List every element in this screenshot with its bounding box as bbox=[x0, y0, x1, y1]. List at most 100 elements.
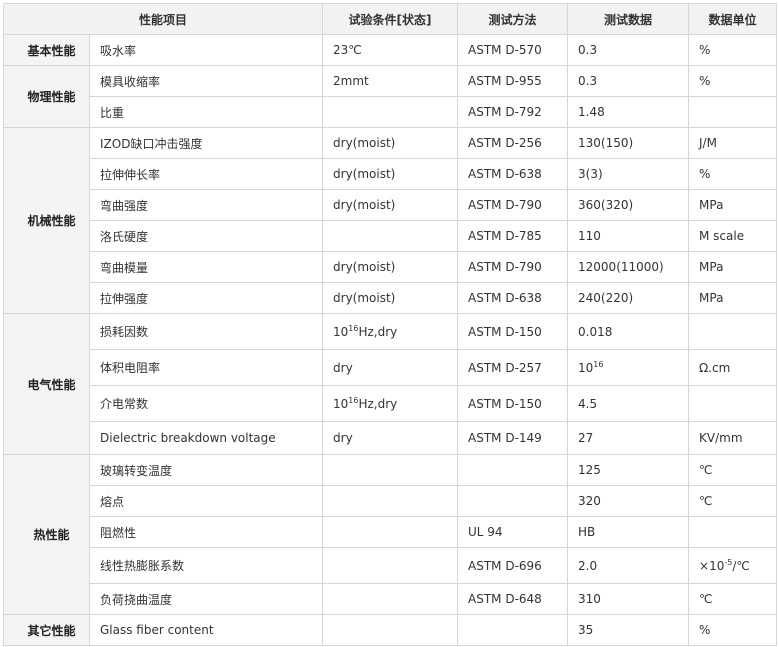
value-cell: 1016 bbox=[567, 349, 690, 386]
header-test-data: 测试数据 bbox=[567, 3, 690, 35]
item-cell: 拉伸强度 bbox=[88, 282, 324, 314]
unit-cell: % bbox=[688, 65, 778, 97]
table-row: 电气性能 损耗因数 1016Hz,dry ASTM D-150 0.018 bbox=[3, 313, 778, 455]
condition-cell bbox=[322, 220, 459, 252]
value-cell: 1.48 bbox=[567, 96, 690, 128]
condition-cell: dry(moist) bbox=[322, 251, 459, 283]
item-cell: 比重 bbox=[88, 96, 324, 128]
unit-cell: % bbox=[688, 614, 778, 646]
value-cell: 2.0 bbox=[567, 547, 690, 584]
item-cell: 阻燃性 bbox=[88, 516, 324, 548]
method-cell: ASTM D-790 bbox=[457, 189, 569, 221]
unit-cell: ×10-5/℃ bbox=[688, 547, 778, 584]
value-cell: 0.3 bbox=[567, 34, 690, 66]
value-cell: 27 bbox=[567, 421, 690, 455]
condition-cell: dry(moist) bbox=[322, 189, 459, 221]
unit-cell: MPa bbox=[688, 282, 778, 314]
table-row: 弯曲模量 dry(moist) ASTM D-790 12000(11000) … bbox=[4, 251, 778, 283]
unit-cell: MPa bbox=[688, 251, 778, 283]
unit-cell: KV/mm bbox=[688, 421, 778, 455]
condition-cell bbox=[322, 547, 459, 584]
category-mechanical: 机械性能 bbox=[3, 127, 90, 314]
item-cell: 线性热膨胀系数 bbox=[88, 547, 324, 584]
value-cell: HB bbox=[567, 516, 690, 548]
value-cell: 125 bbox=[567, 454, 690, 486]
condition-cell: dry(moist) bbox=[322, 127, 459, 159]
method-cell: ASTM D-648 bbox=[457, 583, 569, 615]
value-cell: 12000(11000) bbox=[567, 251, 690, 283]
condition-base: 10 bbox=[333, 324, 349, 339]
table-row: 热性能 玻璃转变温度 125 ℃ bbox=[3, 454, 778, 615]
table-row: 比重 ASTM D-792 1.48 bbox=[4, 96, 778, 128]
table-row: 物理性能 模具收缩率 2mmt ASTM D-955 0.3 % bbox=[3, 65, 778, 128]
method-cell: ASTM D-149 bbox=[457, 421, 569, 455]
table-row: 体积电阻率 dry ASTM D-257 1016 Ω.cm bbox=[4, 349, 778, 386]
unit-cell bbox=[688, 385, 778, 422]
value-cell: 4.5 bbox=[567, 385, 690, 422]
item-cell: 负荷挠曲温度 bbox=[88, 583, 324, 615]
table-row: 拉伸伸长率 dry(moist) ASTM D-638 3(3) % bbox=[4, 158, 778, 190]
item-cell: 吸水率 bbox=[88, 34, 324, 66]
item-cell: Glass fiber content bbox=[88, 614, 324, 646]
condition-exponent: 16 bbox=[348, 323, 359, 333]
unit-rest: /℃ bbox=[732, 558, 750, 573]
method-cell bbox=[457, 614, 569, 646]
item-cell: 洛氏硬度 bbox=[88, 220, 324, 252]
condition-cell: dry(moist) bbox=[322, 158, 459, 190]
value-cell: 130(150) bbox=[567, 127, 690, 159]
item-cell: 模具收缩率 bbox=[88, 65, 324, 97]
unit-cell: ℃ bbox=[688, 485, 778, 517]
unit-cell bbox=[688, 313, 778, 350]
condition-cell: 23℃ bbox=[322, 34, 459, 66]
method-cell: ASTM D-696 bbox=[457, 547, 569, 584]
condition-cell bbox=[322, 516, 459, 548]
item-cell: 体积电阻率 bbox=[88, 349, 324, 386]
value-cell: 3(3) bbox=[567, 158, 690, 190]
method-cell: UL 94 bbox=[457, 516, 569, 548]
table-row: Dielectric breakdown voltage dry ASTM D-… bbox=[4, 421, 778, 455]
condition-cell: 1016Hz,dry bbox=[322, 313, 459, 350]
value-cell: 110 bbox=[567, 220, 690, 252]
condition-base: 10 bbox=[333, 396, 349, 411]
condition-cell: dry bbox=[322, 421, 459, 455]
condition-cell bbox=[322, 485, 459, 517]
item-cell: 玻璃转变温度 bbox=[88, 454, 324, 486]
category-other: 其它性能 bbox=[3, 614, 90, 646]
table-row: 负荷挠曲温度 ASTM D-648 310 ℃ bbox=[4, 583, 778, 615]
table-row: 拉伸强度 dry(moist) ASTM D-638 240(220) MPa bbox=[4, 282, 778, 314]
condition-rest: Hz,dry bbox=[358, 396, 398, 411]
value-base: 10 bbox=[578, 360, 594, 375]
properties-table: 性能项目 试验条件[状态] 测试方法 测试数据 数据单位 基本性能 吸水率 23… bbox=[2, 3, 778, 646]
table-row: 洛氏硬度 ASTM D-785 110 M scale bbox=[4, 220, 778, 252]
item-cell: 损耗因数 bbox=[88, 313, 324, 350]
table-row: 熔点 320 ℃ bbox=[4, 485, 778, 517]
method-cell: ASTM D-955 bbox=[457, 65, 569, 97]
method-cell: ASTM D-638 bbox=[457, 158, 569, 190]
method-cell: ASTM D-785 bbox=[457, 220, 569, 252]
method-cell: ASTM D-256 bbox=[457, 127, 569, 159]
unit-cell: MPa bbox=[688, 189, 778, 221]
item-cell: 拉伸伸长率 bbox=[88, 158, 324, 190]
method-cell: ASTM D-570 bbox=[457, 34, 569, 66]
unit-cell: M scale bbox=[688, 220, 778, 252]
value-cell: 320 bbox=[567, 485, 690, 517]
item-cell: 弯曲强度 bbox=[88, 189, 324, 221]
method-cell: ASTM D-792 bbox=[457, 96, 569, 128]
unit-cell: % bbox=[688, 34, 778, 66]
condition-cell bbox=[322, 96, 459, 128]
condition-rest: Hz,dry bbox=[358, 324, 398, 339]
unit-cell bbox=[688, 96, 778, 128]
header-property-item: 性能项目 bbox=[2, 3, 324, 35]
table-row: 线性热膨胀系数 ASTM D-696 2.0 ×10-5/℃ bbox=[4, 547, 778, 584]
table-row: 弯曲强度 dry(moist) ASTM D-790 360(320) MPa bbox=[4, 189, 778, 221]
item-cell: 弯曲模量 bbox=[88, 251, 324, 283]
header-row: 性能项目 试验条件[状态] 测试方法 测试数据 数据单位 bbox=[2, 3, 778, 35]
method-cell bbox=[457, 454, 569, 486]
condition-cell: dry(moist) bbox=[322, 282, 459, 314]
method-cell: ASTM D-150 bbox=[457, 385, 569, 422]
condition-exponent: 16 bbox=[348, 395, 359, 405]
unit-cell: % bbox=[688, 158, 778, 190]
item-cell: 熔点 bbox=[88, 485, 324, 517]
value-cell: 0.3 bbox=[567, 65, 690, 97]
unit-cell bbox=[688, 516, 778, 548]
